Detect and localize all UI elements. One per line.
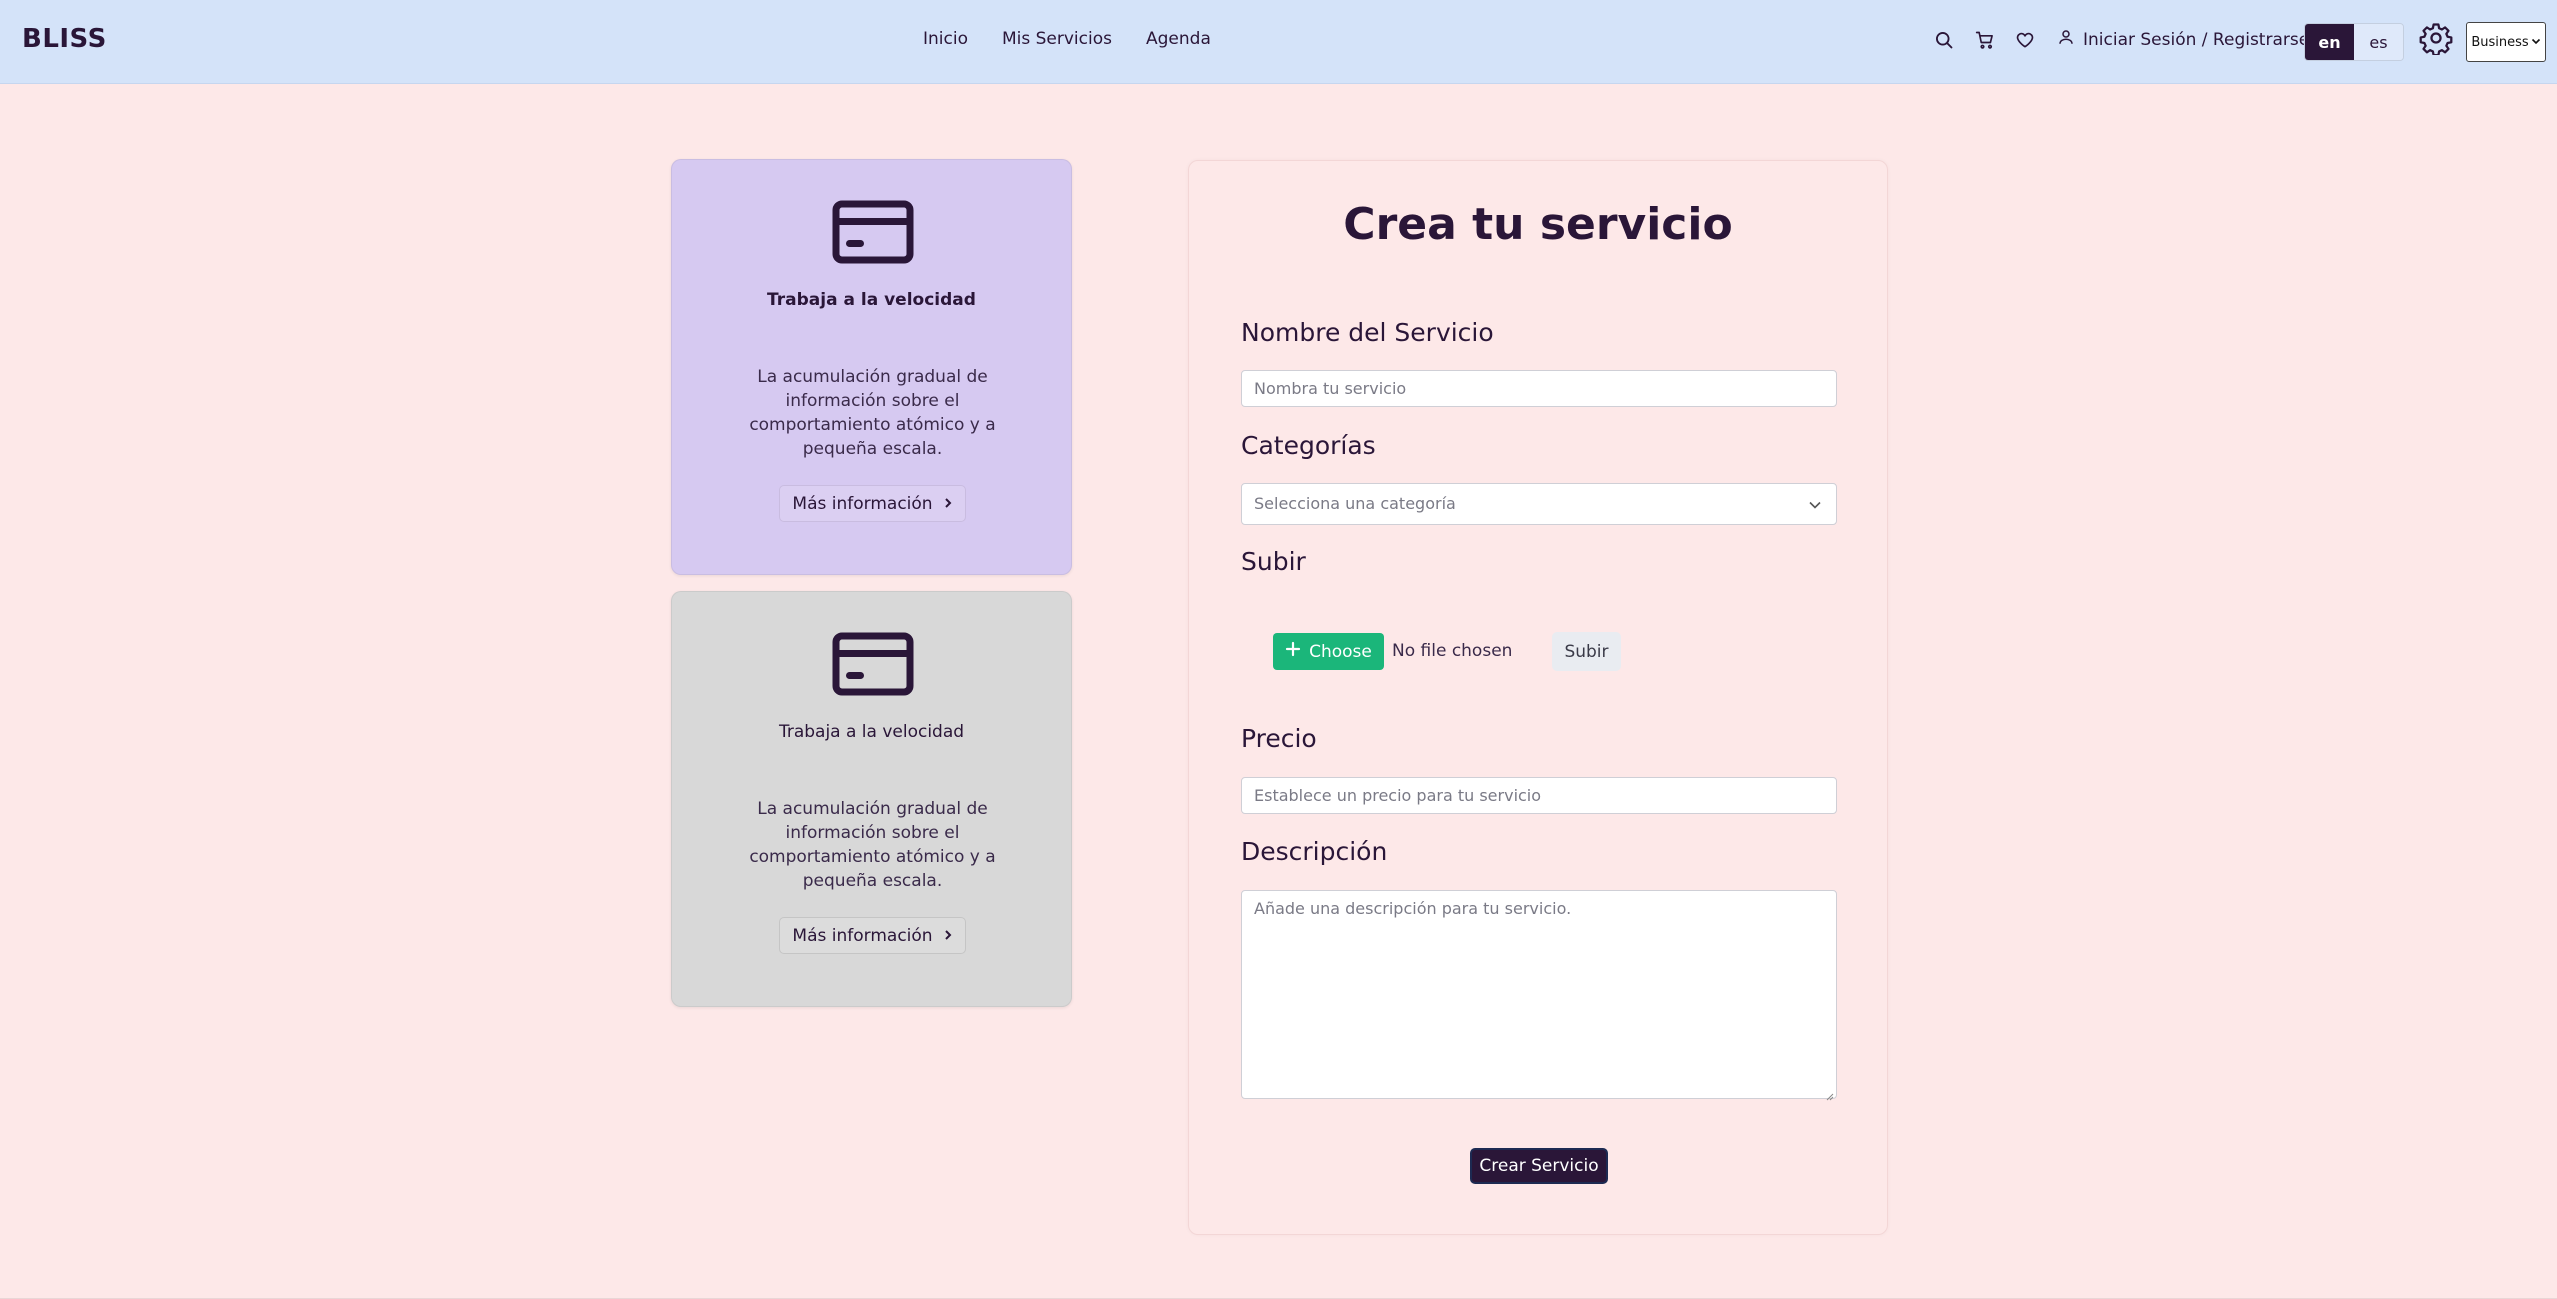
theme-select[interactable]: Business <box>2466 22 2546 62</box>
create-service-form: Crea tu servicio Nombre del Servicio Nom… <box>1188 160 1888 1235</box>
lang-es-button[interactable]: es <box>2354 24 2403 60</box>
more-info-button[interactable]: Más información <box>779 485 966 522</box>
card-title: Trabaja a la velocidad <box>767 290 976 310</box>
lang-en-button[interactable]: en <box>2305 24 2354 60</box>
card-title: Trabaja a la velocidad <box>778 722 965 742</box>
choose-file-button[interactable]: Choose <box>1273 633 1384 670</box>
login-label: Iniciar Sesión / Registrarse <box>2083 29 2310 50</box>
price-input[interactable]: Establece un precio para tu servicio <box>1241 777 1837 814</box>
category-select[interactable]: Selecciona una categoría <box>1241 483 1837 525</box>
description-placeholder: Añade una descripción para tu servicio. <box>1254 899 1572 918</box>
price-label: Precio <box>1241 724 1317 753</box>
more-info-label: Más información <box>792 925 933 946</box>
cart-icon[interactable] <box>1975 30 1997 52</box>
service-name-label: Nombre del Servicio <box>1241 318 1494 347</box>
gear-icon[interactable] <box>2419 21 2453 57</box>
chevron-right-icon <box>943 926 953 946</box>
heart-icon[interactable] <box>2015 30 2037 52</box>
more-info-button[interactable]: Más información <box>779 917 966 954</box>
brand-logo[interactable]: BLISS <box>22 24 107 54</box>
chevron-down-icon <box>1808 497 1822 511</box>
form-title: Crea tu servicio <box>1343 199 1733 250</box>
nav-link-inicio[interactable]: Inicio <box>923 29 968 49</box>
no-file-text: No file chosen <box>1392 641 1513 661</box>
feature-card: Trabaja a la velocidad La acumulación gr… <box>671 159 1072 575</box>
chevron-down-icon <box>2531 35 2541 50</box>
upload-button[interactable]: Subir <box>1552 632 1621 671</box>
credit-card-icon <box>832 200 914 264</box>
description-label: Descripción <box>1241 837 1388 866</box>
language-switcher: en es <box>2304 23 2404 61</box>
category-select-value: Selecciona una categoría <box>1254 494 1456 513</box>
card-description: La acumulación gradual de información so… <box>749 799 996 891</box>
main-nav: Inicio Mis Servicios Agenda <box>923 29 1211 49</box>
card-description: La acumulación gradual de información so… <box>749 367 996 459</box>
nav-link-agenda[interactable]: Agenda <box>1146 29 1211 49</box>
feature-card: Trabaja a la velocidad La acumulación gr… <box>671 591 1072 1007</box>
navbar: BLISS Inicio Mis Servicios Agenda Inicia… <box>0 0 2557 84</box>
choose-label: Choose <box>1309 641 1372 662</box>
more-info-label: Más información <box>792 493 933 514</box>
resize-handle-icon[interactable] <box>1824 1086 1834 1101</box>
login-link[interactable]: Iniciar Sesión / Registrarse <box>2057 28 2309 51</box>
service-name-input[interactable]: Nombra tu servicio <box>1241 370 1837 407</box>
description-textarea[interactable]: Añade una descripción para tu servicio. <box>1241 890 1837 1101</box>
user-icon <box>2057 28 2075 51</box>
nav-link-mis-servicios[interactable]: Mis Servicios <box>1002 29 1112 49</box>
credit-card-icon <box>832 632 914 696</box>
search-icon[interactable] <box>1934 30 1956 52</box>
categories-label: Categorías <box>1241 431 1376 460</box>
theme-select-value: Business <box>2471 34 2529 50</box>
plus-icon <box>1285 641 1301 662</box>
chevron-right-icon <box>943 494 953 514</box>
upload-label: Subir <box>1241 547 1306 576</box>
create-service-button[interactable]: Crear Servicio <box>1470 1148 1608 1184</box>
